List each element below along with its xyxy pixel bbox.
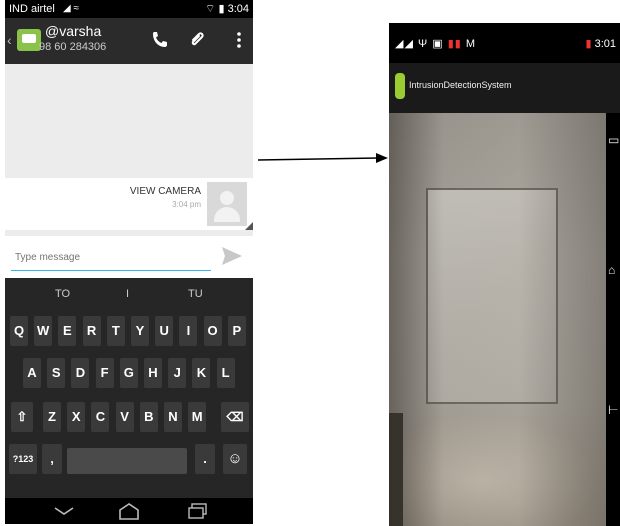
phone-call-icon[interactable]: [148, 28, 172, 52]
key-p[interactable]: P: [227, 316, 246, 346]
suggestion-1[interactable]: TO: [55, 288, 70, 300]
emoji-key[interactable]: ☺: [223, 444, 247, 474]
flow-arrow: [258, 153, 388, 163]
key-h[interactable]: H: [144, 358, 162, 388]
key-d[interactable]: D: [71, 358, 90, 388]
key-k[interactable]: K: [192, 358, 211, 388]
camera-preview: [389, 113, 606, 526]
key-l[interactable]: L: [216, 358, 235, 388]
notification-icons: ◢◢ Ψ ▣ ▮▮ M: [395, 37, 476, 50]
key-w[interactable]: W: [34, 316, 53, 346]
contact-number: 98 60 284306: [39, 41, 107, 53]
message-text: VIEW CAMERA: [129, 186, 201, 197]
contact-avatar[interactable]: [17, 29, 41, 51]
app-logo-icon: [395, 73, 405, 99]
key-c[interactable]: C: [91, 402, 110, 432]
key-z[interactable]: Z: [43, 402, 61, 432]
nav-recents-icon[interactable]: [187, 502, 209, 520]
side-recents-icon[interactable]: ▭: [608, 133, 619, 147]
status-time: 3:01: [594, 38, 616, 50]
signal-icon: ◢ ≈: [63, 3, 79, 14]
key-b[interactable]: B: [139, 402, 158, 432]
side-back-icon[interactable]: ⊢: [608, 403, 618, 417]
navigation-bar: [5, 498, 253, 524]
gmail-icon: M: [465, 38, 477, 50]
usb-icon: Ψ: [417, 38, 429, 50]
status-bar: ◢◢ Ψ ▣ ▮▮ M ▮ 3:01: [389, 23, 620, 63]
messaging-phone-screen: IND airtel ◢ ≈ ⌔ ▮ 3:04 ‹ @varsha 98 60 …: [5, 0, 253, 524]
notification-icon: ▮▮: [447, 38, 462, 50]
message-bubble[interactable]: VIEW CAMERA 3:04 pm: [5, 178, 253, 230]
status-right: ▮ 3:01: [585, 37, 616, 50]
carrier-label: IND airtel: [9, 3, 55, 15]
conversation-header: ‹ @varsha 98 60 284306: [5, 18, 253, 64]
signal-icon: ◢◢: [395, 38, 414, 50]
status-time: 3:04: [227, 3, 249, 15]
compose-bar: [5, 236, 253, 278]
message-input[interactable]: [11, 244, 211, 271]
camera-shading: [389, 113, 606, 526]
status-bar: IND airtel ◢ ≈ ⌔ ▮ 3:04: [5, 0, 253, 18]
nav-home-icon[interactable]: [117, 502, 141, 520]
nav-back-icon[interactable]: [53, 504, 75, 518]
battery-icon: ▮: [585, 38, 592, 50]
key-v[interactable]: V: [115, 402, 134, 432]
app-title-bar: IntrusionDetectionSystem: [389, 63, 620, 113]
key-o[interactable]: O: [203, 316, 222, 346]
on-screen-keyboard: TO I TU ⇧ ⌫ ?123 , . ☺ QWERTYUIOPASDFGHJ…: [5, 278, 253, 498]
sender-avatar: [207, 182, 247, 226]
spacebar-key[interactable]: [67, 448, 187, 474]
key-r[interactable]: R: [82, 316, 101, 346]
key-a[interactable]: A: [23, 358, 41, 388]
wifi-icon: ⌔: [205, 3, 216, 15]
key-x[interactable]: X: [67, 402, 86, 432]
camera-phone-screen: ◢◢ Ψ ▣ ▮▮ M ▮ 3:01 IntrusionDetectionSys…: [389, 23, 620, 526]
message-time: 3:04 pm: [172, 200, 201, 209]
period-key[interactable]: .: [195, 444, 215, 474]
battery-icon: ▮: [218, 3, 225, 15]
key-g[interactable]: G: [119, 358, 138, 388]
key-i[interactable]: I: [179, 316, 198, 346]
suggestion-2[interactable]: I: [126, 288, 129, 300]
key-f[interactable]: F: [95, 358, 114, 388]
suggestion-3[interactable]: TU: [188, 288, 203, 300]
key-n[interactable]: N: [164, 402, 182, 432]
back-icon[interactable]: ‹: [7, 32, 12, 48]
message-thread: VIEW CAMERA 3:04 pm: [5, 64, 253, 236]
status-right: ⌔ ▮ 3:04: [205, 0, 249, 18]
app-title: IntrusionDetectionSystem: [409, 80, 512, 90]
side-home-icon[interactable]: ⌂: [608, 263, 615, 277]
key-t[interactable]: T: [106, 316, 125, 346]
key-q[interactable]: Q: [10, 316, 28, 346]
comma-key[interactable]: ,: [42, 444, 62, 474]
overflow-menu-icon[interactable]: [227, 28, 251, 52]
suggestion-strip: TO I TU: [5, 282, 253, 310]
key-y[interactable]: Y: [131, 316, 149, 346]
shift-key[interactable]: ⇧: [11, 402, 33, 432]
attachment-icon[interactable]: [185, 28, 209, 52]
image-icon: ▣: [432, 38, 444, 50]
key-u[interactable]: U: [155, 316, 174, 346]
key-j[interactable]: J: [168, 358, 187, 388]
contact-name: @varsha: [45, 23, 102, 39]
backspace-key[interactable]: ⌫: [221, 402, 249, 432]
key-s[interactable]: S: [47, 358, 66, 388]
bubble-corner: [245, 222, 253, 230]
key-e[interactable]: E: [58, 316, 77, 346]
symbols-key[interactable]: ?123: [9, 444, 37, 474]
send-icon[interactable]: [221, 246, 243, 266]
side-nav-bar: ▭ ⌂ ⊢: [606, 113, 620, 526]
key-m[interactable]: M: [188, 402, 207, 432]
